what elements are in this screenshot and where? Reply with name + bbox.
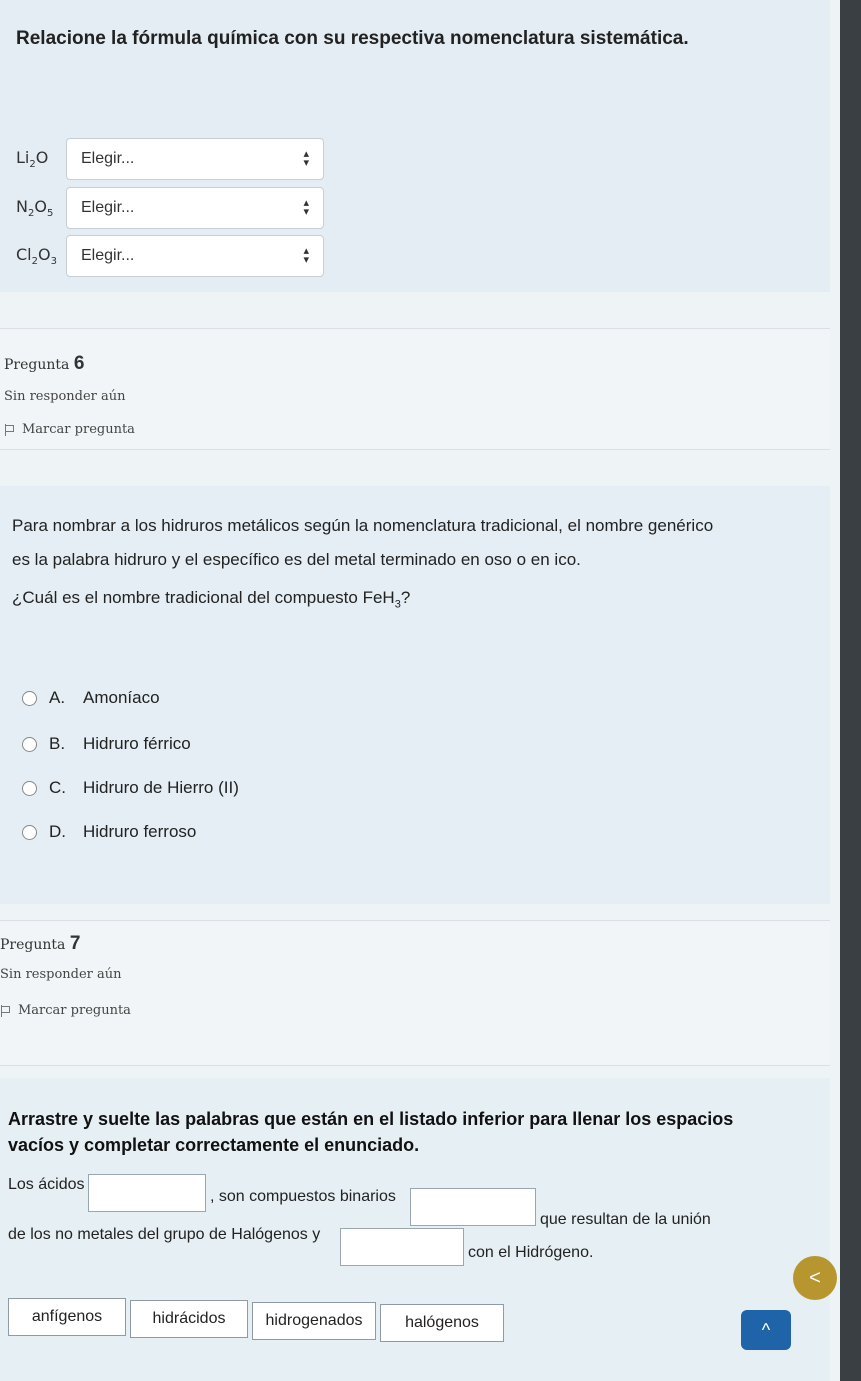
question-7-content: Arrastre y suelte las palabras que están… [0,1078,830,1381]
radio-b[interactable] [22,736,37,752]
drop-zone-2[interactable] [410,1188,536,1226]
formula-li2o: Li2O [16,147,49,171]
nomenclature-select-cl2o3[interactable]: Elegir... ▴ ▾ [66,235,324,277]
quiz-page: Relacione la fórmula química con su resp… [0,0,840,1381]
back-button[interactable]: < [793,1256,837,1300]
select-arrows-icon: ▴ ▾ [303,197,309,218]
option-c[interactable]: C. Hidruro de Hierro (II) [22,778,239,798]
question-7-label: Pregunta 7 [0,933,81,954]
question-6-text-2: es la palabra hidruro y el específico es… [12,550,581,569]
sentence-part-5: con el Hidrógeno. [468,1244,594,1261]
flag-icon [4,423,14,436]
select-value: Elegir... [81,199,135,216]
drop-zone-3[interactable] [340,1228,464,1266]
formula-cl2o3: Cl2O3 [16,244,57,268]
question-6-status: Sin responder aún [4,389,126,404]
question-6-prompt: ¿Cuál es el nombre tradicional del compu… [12,588,411,611]
select-value: Elegir... [81,150,135,167]
sentence-part-4: de los no metales del grupo de Halógenos… [8,1226,321,1243]
word-chip-hidrogenados[interactable]: hidrogenados [252,1302,376,1340]
question-6-label: Pregunta 6 [4,353,85,374]
option-b[interactable]: B. Hidruro férrico [22,734,191,754]
flag-question-6[interactable]: Marcar pregunta [4,422,135,437]
sentence-part-2: , son compuestos binarios [210,1188,396,1205]
select-arrows-icon: ▴ ▾ [303,245,309,266]
word-chip-halogenos[interactable]: halógenos [380,1304,504,1342]
flag-question-7[interactable]: Marcar pregunta [0,1003,131,1018]
flag-icon [0,1004,10,1017]
option-d-label: Hidruro ferroso [83,822,197,841]
question-7-instructions: Arrastre y suelte las palabras que están… [8,1109,734,1155]
option-a-label: Amoníaco [83,688,160,707]
scroll-top-button[interactable]: ^ [741,1310,791,1350]
question-7-status: Sin responder aún [0,967,122,982]
drop-zone-1[interactable] [88,1174,206,1212]
sentence-part-3: que resultan de la unión [540,1211,711,1228]
flag-label: Marcar pregunta [18,1003,131,1018]
question-6-text-1: Para nombrar a los hidruros metálicos se… [12,516,714,535]
chevron-left-icon: < [809,1266,821,1289]
screen-edge [840,0,861,1381]
question-6-info: Pregunta 6 Sin responder aún Marcar preg… [0,328,830,450]
formula-n2o5: N2O5 [16,196,54,220]
question-5-title: Relacione la fórmula química con su resp… [16,28,689,49]
radio-c[interactable] [22,780,37,796]
word-chip-anfigenos[interactable]: anfígenos [8,1298,126,1336]
question-6-content: Para nombrar a los hidruros metálicos se… [0,486,830,904]
select-arrows-icon: ▴ ▾ [303,148,309,169]
option-b-label: Hidruro férrico [83,734,191,753]
option-c-label: Hidruro de Hierro (II) [83,778,239,797]
nomenclature-select-n2o5[interactable]: Elegir... ▴ ▾ [66,187,324,229]
select-value: Elegir... [81,247,135,264]
sentence-part-1: Los ácidos [8,1176,85,1193]
question-5-content: Relacione la fórmula química con su resp… [0,0,830,292]
match-row-n2o5: N2O5 Elegir... ▴ ▾ [16,186,324,230]
question-7-info: Pregunta 7 Sin responder aún Marcar preg… [0,920,830,1066]
option-d[interactable]: D. Hidruro ferroso [22,822,196,842]
match-row-li2o: Li2O Elegir... ▴ ▾ [16,137,324,181]
nomenclature-select-li2o[interactable]: Elegir... ▴ ▾ [66,138,324,180]
match-row-cl2o3: Cl2O3 Elegir... ▴ ▾ [16,234,324,278]
chevron-up-icon: ^ [761,1319,771,1340]
radio-d[interactable] [22,824,37,840]
word-chip-hidracidos[interactable]: hidrácidos [130,1300,248,1338]
flag-label: Marcar pregunta [22,422,135,437]
radio-a[interactable] [22,690,37,706]
option-a[interactable]: A. Amoníaco [22,688,160,708]
